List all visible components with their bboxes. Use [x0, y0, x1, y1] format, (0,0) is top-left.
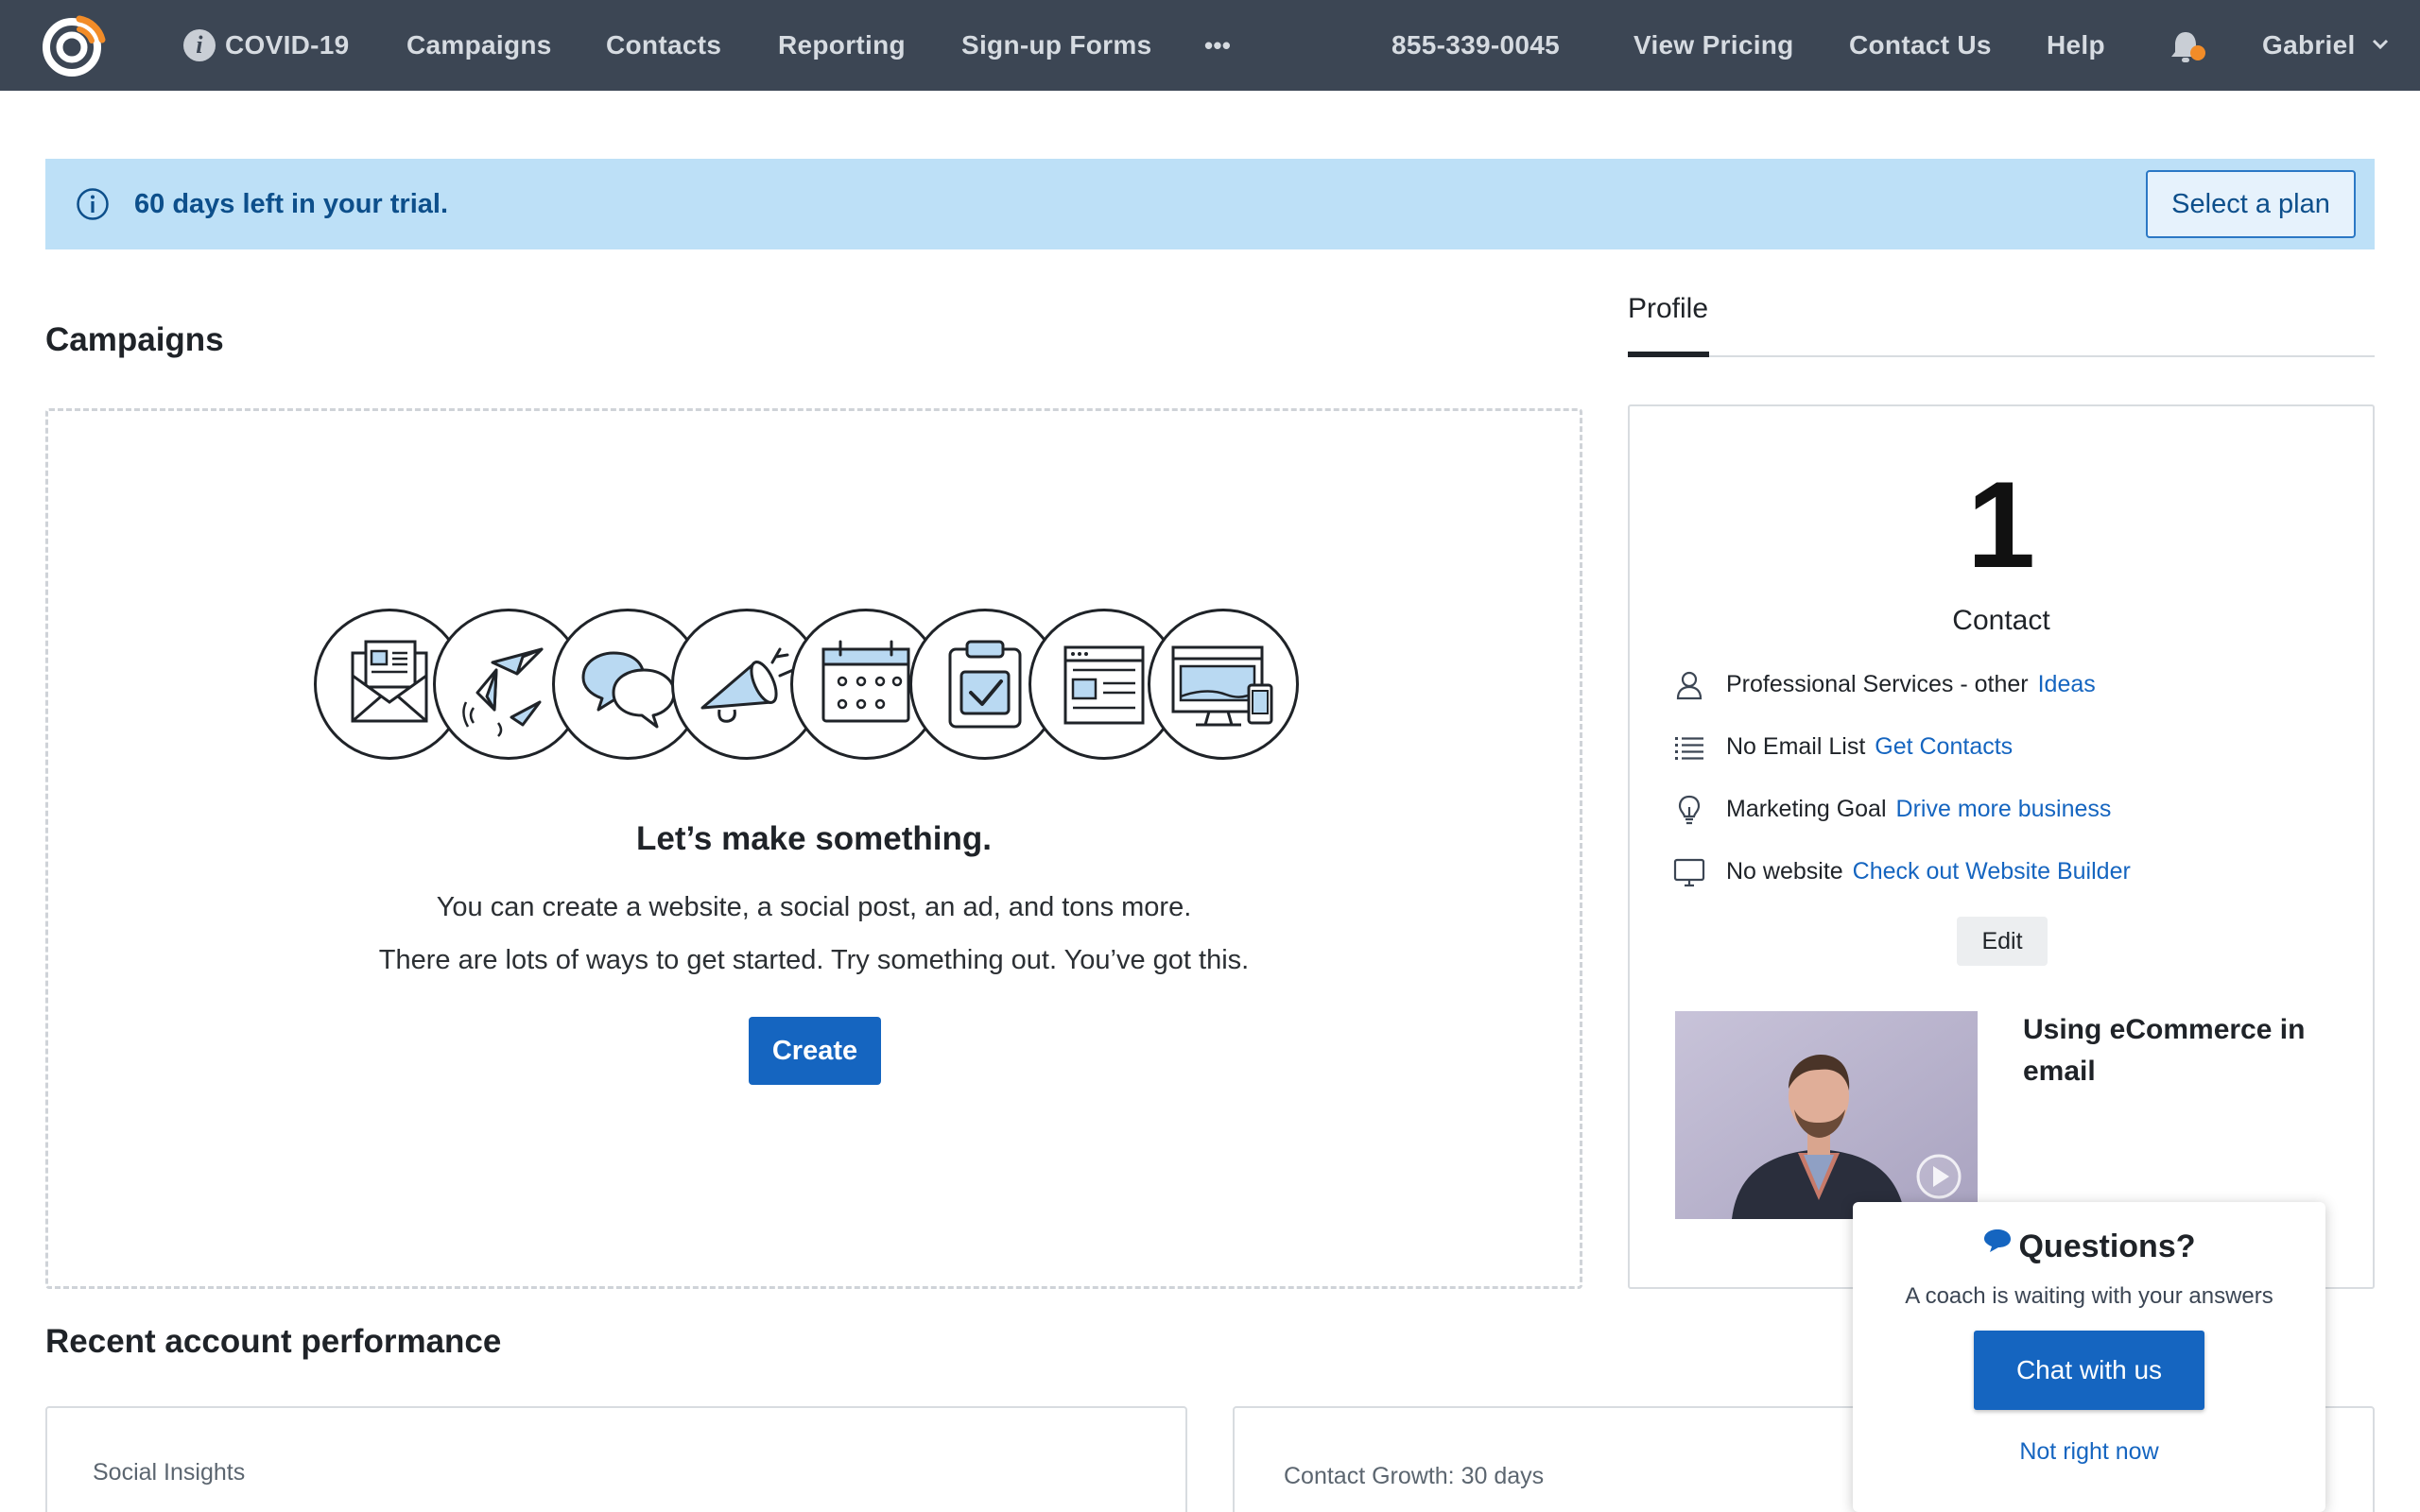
contact-count-label: Contact — [1952, 605, 2050, 636]
social-insights-card: Social Insights — [45, 1406, 1187, 1512]
logo-icon[interactable] — [38, 11, 110, 79]
person-icon — [1676, 671, 1703, 700]
campaigns-heading: Campaigns — [45, 321, 224, 358]
chevron-down-icon — [2372, 39, 2388, 49]
tab-divider — [1628, 355, 2375, 357]
nav-contact-us[interactable]: Contact Us — [1849, 0, 1992, 91]
card-title: Contact Growth: 30 days — [1284, 1463, 1545, 1489]
monitor-icon — [1673, 858, 1705, 887]
edit-profile-button[interactable]: Edit — [1957, 917, 2048, 966]
ideas-link[interactable]: Ideas — [2038, 671, 2096, 697]
nav-view-pricing[interactable]: View Pricing — [1634, 0, 1794, 91]
campaign-type-icons — [314, 609, 1316, 764]
speech-bubble-icon — [1984, 1229, 2012, 1253]
trial-message: 60 days left in your trial. — [134, 189, 448, 219]
get-contacts-link[interactable]: Get Contacts — [1875, 733, 2013, 760]
drive-more-business-link[interactable]: Drive more business — [1896, 796, 2112, 822]
play-icon — [1916, 1154, 1962, 1199]
info-circle-icon — [77, 188, 109, 220]
nav-covid[interactable]: i COVID-19 — [183, 0, 350, 91]
bell-icon[interactable] — [2165, 26, 2206, 68]
empty-state-line-2: There are lots of ways to get started. T… — [378, 945, 1250, 975]
tab-profile[interactable]: Profile — [1628, 293, 1708, 325]
top-nav: i COVID-19 Campaigns Contacts Reporting S… — [0, 0, 2420, 91]
devices-icon — [1148, 609, 1299, 760]
nav-more-menu[interactable]: ••• — [1204, 0, 1231, 91]
contact-count: 1 — [1966, 455, 2036, 593]
list-icon — [1675, 737, 1703, 760]
info-icon: i — [183, 28, 216, 61]
video-title[interactable]: Using eCommerce in email — [2023, 1009, 2325, 1092]
nav-reporting[interactable]: Reporting — [778, 0, 906, 91]
user-menu[interactable]: Gabriel — [2262, 0, 2390, 91]
chat-title: Questions? — [1853, 1228, 2325, 1265]
nav-campaigns[interactable]: Campaigns — [406, 0, 552, 91]
nav-signup-forms[interactable]: Sign-up Forms — [961, 0, 1151, 91]
create-button[interactable]: Create — [749, 1017, 881, 1085]
chat-popup: Questions? A coach is waiting with your … — [1853, 1202, 2325, 1512]
empty-state-title: Let’s make something. — [635, 820, 993, 857]
card-title: Social Insights — [93, 1459, 246, 1486]
video-thumbnail[interactable] — [1675, 1011, 1978, 1219]
empty-state-line-1: You can create a website, a social post,… — [436, 892, 1192, 922]
select-plan-button[interactable]: Select a plan — [2146, 170, 2356, 238]
nav-help[interactable]: Help — [2047, 0, 2105, 91]
trial-banner: 60 days left in your trial. Select a pla… — [45, 159, 2375, 249]
not-right-now-link[interactable]: Not right now — [1853, 1438, 2325, 1466]
active-tab-indicator — [1628, 352, 1709, 357]
nav-phone[interactable]: 855-339-0045 — [1392, 0, 1560, 91]
website-builder-link[interactable]: Check out Website Builder — [1853, 858, 2131, 885]
recent-performance-heading: Recent account performance — [45, 1323, 502, 1360]
nav-contacts[interactable]: Contacts — [606, 0, 721, 91]
lightbulb-icon — [1678, 795, 1701, 825]
chat-with-us-button[interactable]: Chat with us — [1974, 1331, 2204, 1410]
chat-subtitle: A coach is waiting with your answers — [1905, 1283, 2273, 1309]
